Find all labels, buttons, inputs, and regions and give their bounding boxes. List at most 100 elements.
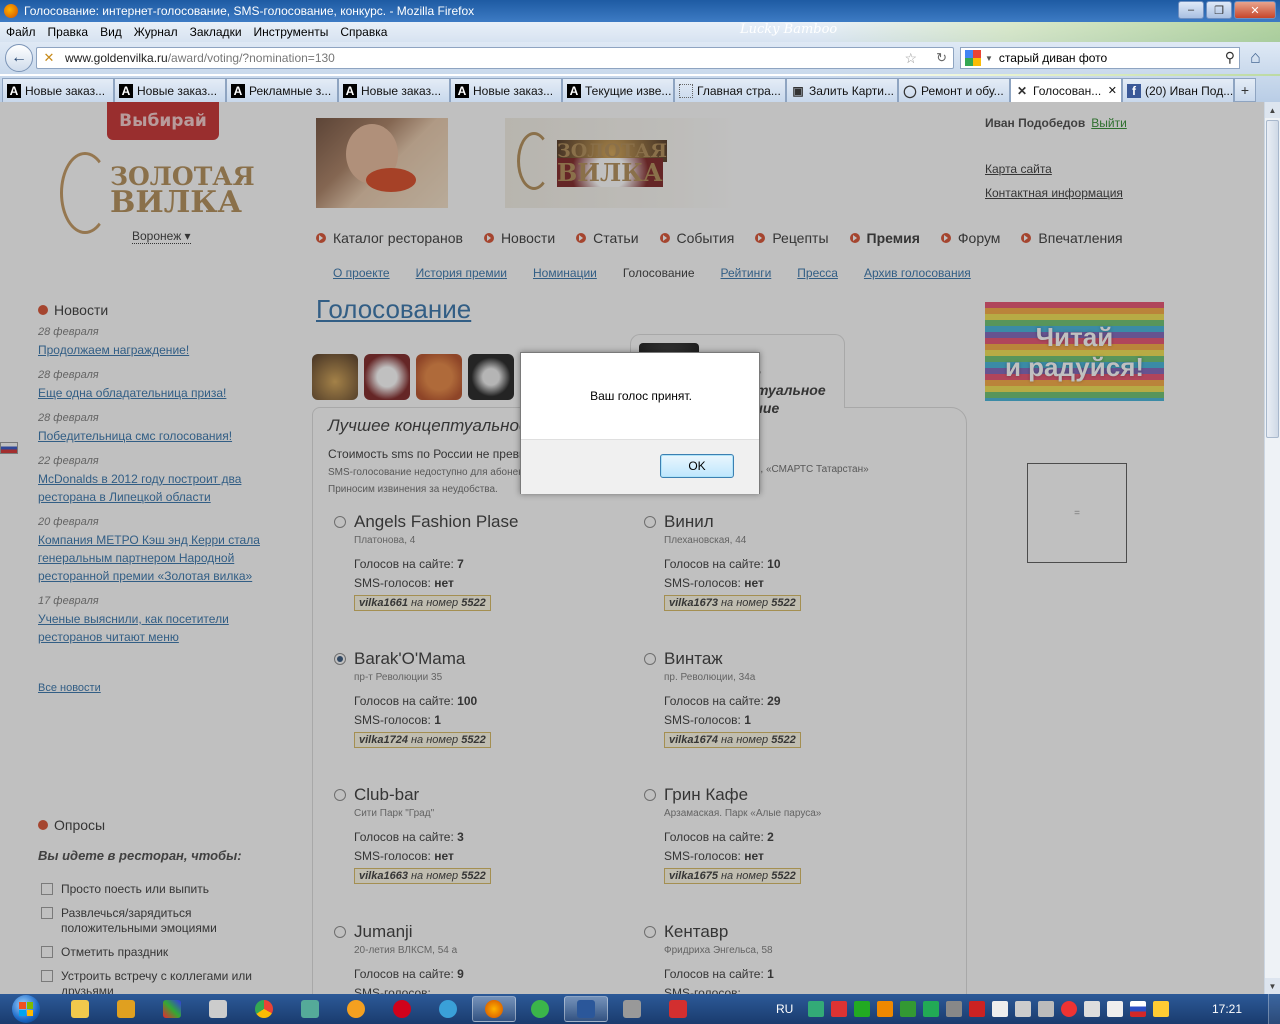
chrome-icon[interactable] — [242, 996, 286, 1022]
tray-icon[interactable] — [877, 1001, 894, 1017]
tray-icon[interactable] — [808, 1001, 825, 1017]
show-desktop-button[interactable] — [1268, 994, 1280, 1024]
firefox-icon — [4, 4, 18, 18]
home-icon[interactable]: ⌂ — [1250, 47, 1261, 68]
tray-icon[interactable] — [1061, 1001, 1078, 1017]
menu-file[interactable]: Файл — [6, 25, 36, 39]
tab-close-icon[interactable]: ✕ — [1108, 84, 1117, 97]
menu-help[interactable]: Справка — [340, 25, 387, 39]
alert-footer: OK — [521, 439, 759, 494]
tab-favicon-icon: A — [455, 83, 469, 98]
blank-page-icon — [679, 83, 693, 98]
tab-favicon-icon: A — [567, 83, 581, 98]
modal-overlay — [0, 102, 1264, 994]
tray-icon[interactable] — [946, 1001, 963, 1017]
tab-item[interactable]: Главная стра... — [674, 78, 786, 102]
tab-item-active[interactable]: ✕ Голосован... ✕ — [1010, 78, 1122, 102]
tab-item[interactable]: ▣ Залить Карти... — [786, 78, 898, 102]
tab-item[interactable]: A Текущие изве... — [562, 78, 674, 102]
chat-icon[interactable] — [518, 996, 562, 1022]
menu-view[interactable]: Вид — [100, 25, 122, 39]
tab-label: Новые заказ... — [25, 83, 106, 98]
tray-icon[interactable] — [1038, 1001, 1055, 1017]
app-icon[interactable] — [104, 996, 148, 1022]
tray-icon[interactable] — [969, 1001, 986, 1017]
word-icon[interactable] — [564, 996, 608, 1022]
scroll-up-icon[interactable]: ▲ — [1265, 102, 1280, 118]
system-tray: RU — [776, 994, 1170, 1024]
address-bar[interactable]: ✕ www.goldenvilka.ru/award/voting/?nomin… — [36, 47, 954, 69]
tab-item[interactable]: f (20) Иван Под... — [1122, 78, 1234, 102]
chromium-icon[interactable] — [334, 996, 378, 1022]
printer-icon[interactable] — [196, 996, 240, 1022]
back-arrow-icon[interactable]: ← — [5, 44, 33, 72]
display-icon[interactable] — [1015, 1001, 1032, 1017]
fork-favicon-icon: ✕ — [1016, 83, 1028, 98]
tab-label: Новые заказ... — [361, 83, 442, 98]
tab-item[interactable]: A Новые заказ... — [2, 78, 114, 102]
tab-label: Залить Карти... — [809, 83, 894, 98]
tab-label: (20) Иван Под... — [1145, 83, 1234, 98]
scanner-icon[interactable] — [610, 996, 654, 1022]
minimize-button[interactable]: – — [1178, 1, 1204, 19]
tab-item[interactable]: A Рекламные з... — [226, 78, 338, 102]
explorer-icon[interactable] — [58, 996, 102, 1022]
bookmark-star-icon[interactable]: ☆ — [904, 50, 917, 67]
network-icon[interactable] — [288, 996, 332, 1022]
messenger-icon[interactable] — [426, 996, 470, 1022]
language-indicator[interactable]: RU — [776, 1002, 793, 1016]
menu-edit[interactable]: Правка — [48, 25, 89, 39]
google-icon[interactable] — [965, 50, 981, 66]
tray-icon[interactable] — [900, 1001, 917, 1017]
window-titlebar: Голосование: интернет-голосование, SMS-г… — [0, 0, 1280, 22]
search-engine-dropdown-icon[interactable]: ▼ — [985, 54, 993, 63]
tab-item[interactable]: A Новые заказ... — [338, 78, 450, 102]
menu-history[interactable]: Журнал — [134, 25, 178, 39]
tab-favicon-icon: A — [7, 83, 21, 98]
alert-message: Ваш голос принят. — [590, 389, 692, 403]
scrollbar-thumb[interactable] — [1266, 120, 1279, 438]
theme-name: Lucky Bamboo — [740, 22, 838, 37]
reload-icon[interactable]: ↻ — [936, 50, 947, 66]
language-flag-icon[interactable] — [1130, 1001, 1147, 1017]
tray-icon[interactable] — [831, 1001, 848, 1017]
tab-item[interactable]: A Новые заказ... — [114, 78, 226, 102]
tab-label: Главная стра... — [697, 83, 781, 98]
tab-label: Рекламные з... — [249, 83, 332, 98]
search-icon[interactable]: ⚲ — [1225, 49, 1235, 66]
volume-icon[interactable] — [1107, 1001, 1124, 1017]
windows-logo-icon — [12, 995, 40, 1023]
page-scrollbar[interactable]: ▲ ▼ — [1264, 102, 1280, 994]
firefox-taskbar-icon[interactable] — [472, 996, 516, 1022]
scroll-down-icon[interactable]: ▼ — [1265, 978, 1280, 994]
tab-item[interactable]: ◯ Ремонт и обу... — [898, 78, 1010, 102]
ok-button[interactable]: OK — [660, 454, 734, 478]
tab-favicon-icon: A — [119, 83, 133, 98]
tray-icon[interactable] — [1153, 1001, 1170, 1017]
start-button[interactable] — [4, 994, 48, 1024]
flag-icon[interactable] — [992, 1001, 1009, 1017]
opera-icon[interactable] — [380, 996, 424, 1022]
tab-label: Голосован... — [1033, 83, 1102, 98]
paint-icon[interactable] — [150, 996, 194, 1022]
tab-item[interactable]: A Новые заказ... — [450, 78, 562, 102]
windows-taskbar: RU 17:21 — [0, 994, 1280, 1024]
menu-bookmarks[interactable]: Закладки — [190, 25, 242, 39]
maximize-button[interactable]: ❐ — [1206, 1, 1232, 19]
site-favicon-icon: ✕ — [43, 50, 55, 65]
clock[interactable]: 17:21 — [1200, 1002, 1254, 1016]
menu-tools[interactable]: Инструменты — [254, 25, 329, 39]
tab-favicon-icon: A — [343, 83, 357, 98]
search-input[interactable] — [998, 51, 1199, 65]
tab-label: Новые заказ... — [473, 83, 554, 98]
chat-bubble-icon: ◯ — [903, 83, 917, 98]
address-url[interactable]: www.goldenvilka.ru/award/voting/?nominat… — [65, 51, 335, 65]
tray-icon[interactable] — [923, 1001, 940, 1017]
t-app-icon[interactable] — [656, 996, 700, 1022]
tray-icon[interactable] — [854, 1001, 871, 1017]
search-bar[interactable]: ▼ ⚲ — [960, 47, 1240, 69]
tab-label: Новые заказ... — [137, 83, 218, 98]
network-tray-icon[interactable] — [1084, 1001, 1101, 1017]
close-button[interactable]: ✕ — [1234, 1, 1276, 19]
new-tab-plus-icon[interactable]: + — [1234, 78, 1256, 102]
